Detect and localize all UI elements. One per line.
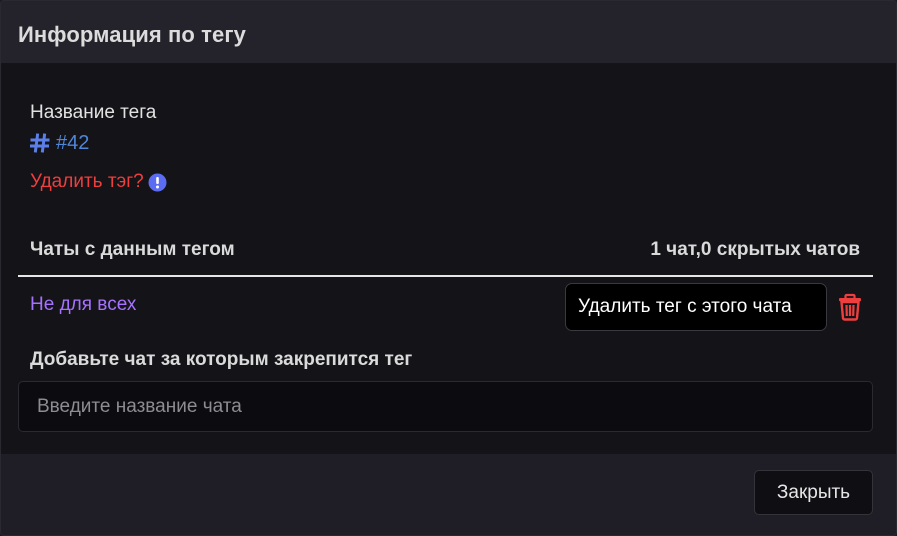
remove-chat-tooltip: Удалить тег с этого чата (565, 283, 827, 331)
remove-chat-button[interactable] (836, 293, 864, 321)
tag-value-row: #42 (30, 130, 89, 156)
trash-icon (836, 293, 864, 325)
hash-icon (30, 133, 50, 153)
tag-value: #42 (56, 132, 90, 154)
chat-search-input[interactable] (18, 381, 873, 432)
close-button[interactable]: Закрыть (754, 470, 873, 515)
delete-tag-link[interactable]: Удалить тэг? (30, 170, 144, 194)
tag-info-modal: Информация по тегу Название тега #42 Уда… (0, 0, 897, 536)
tooltip-text: Удалить тег с этого чата (578, 296, 792, 317)
modal-title: Информация по тегу (18, 22, 246, 47)
divider (18, 275, 873, 277)
add-chat-label: Добавьте чат за которым закрепится тег (30, 349, 413, 370)
modal-header: Информация по тегу (1, 1, 896, 63)
chat-list-item[interactable]: Не для всех (30, 293, 136, 317)
modal-footer: Закрыть (1, 454, 896, 535)
modal-body: Название тега #42 Удалить тэг? Чаты с да… (1, 63, 896, 454)
chats-count: 1 чат,0 скрытых чатов (650, 239, 860, 260)
info-icon[interactable] (148, 173, 167, 192)
chats-section-header: Чаты с данным тегом (30, 239, 235, 260)
tag-name-label: Название тега (30, 102, 157, 123)
delete-tag-row: Удалить тэг? (30, 169, 167, 195)
